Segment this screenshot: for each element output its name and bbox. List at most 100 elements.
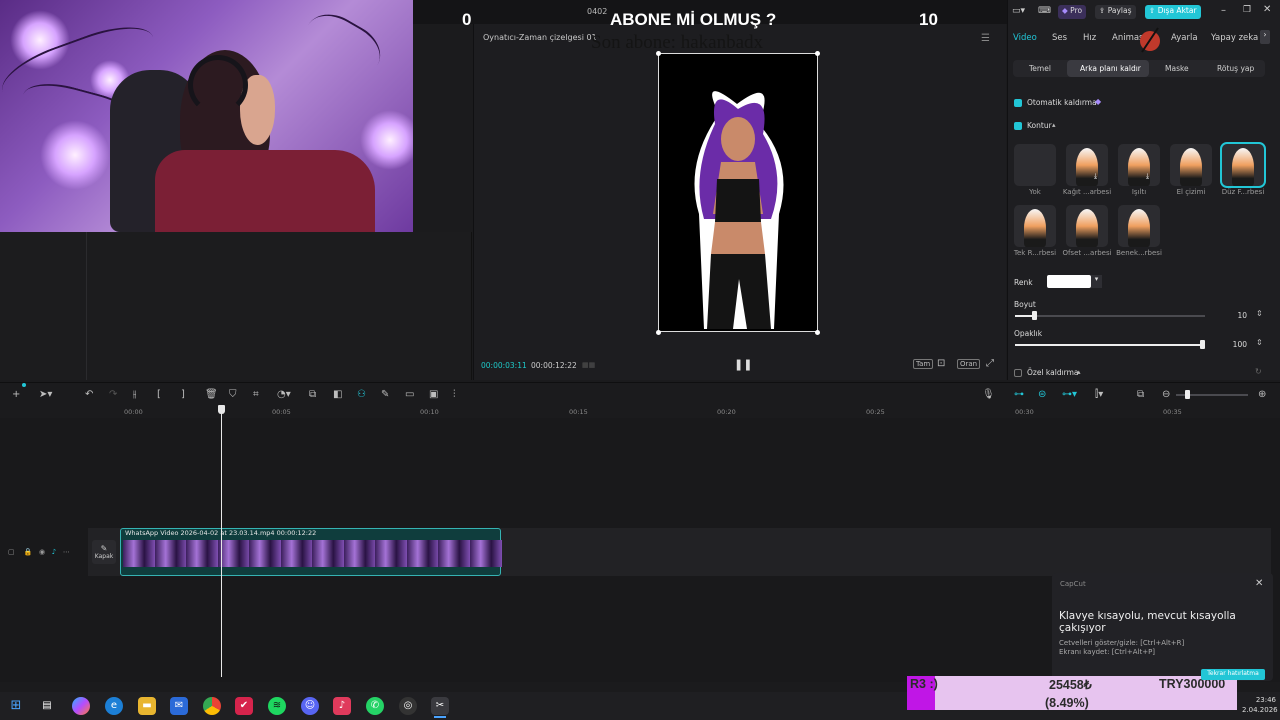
zoom-out-icon[interactable]: ⊖ (1162, 389, 1170, 400)
microphone-icon[interactable]: 🎙 (982, 389, 995, 400)
tab-adjust[interactable]: Ayarla (1171, 33, 1198, 43)
color-swatch[interactable] (1047, 275, 1091, 288)
close-icon[interactable]: ✕ (1255, 578, 1263, 589)
outline-style-none[interactable] (1014, 144, 1056, 186)
export-button[interactable]: ⇧ Dışa Aktar (1145, 5, 1201, 19)
share-button[interactable]: ⇪ Paylaş (1095, 5, 1136, 19)
cursor-icon[interactable]: ➤▾ (39, 389, 52, 400)
lock-icon[interactable]: 🔒 (24, 548, 33, 556)
preview-canvas[interactable] (658, 53, 818, 332)
track-lock-icon[interactable]: ▢ (8, 548, 15, 556)
tabs-next-icon[interactable]: › (1260, 30, 1270, 44)
more-icon[interactable]: ⋯ (63, 548, 70, 556)
playhead-handle[interactable] (218, 405, 225, 414)
edge-icon[interactable]: e (105, 697, 123, 715)
spotify-icon[interactable]: ≋ (268, 697, 286, 715)
stepper-icon[interactable]: ⇕ (1256, 338, 1263, 347)
outline-style-single[interactable] (1014, 205, 1056, 247)
copilot-icon[interactable] (72, 697, 90, 715)
obs-icon[interactable]: ◎ (399, 697, 417, 715)
snap-icon[interactable]: ⊶▾ (1062, 389, 1077, 400)
pro-button[interactable]: ◆ Pro (1058, 5, 1087, 19)
remind-again-button[interactable]: Tekrar hatırlatma (1201, 669, 1265, 680)
outline-style-glow[interactable] (1118, 144, 1160, 186)
ratio-button[interactable]: Oran (957, 359, 981, 369)
delete-icon[interactable]: 🗑 (205, 389, 218, 400)
magnet-icon[interactable]: ⊜ (1038, 389, 1046, 400)
subtab-remove-bg[interactable]: Arka planı kaldır (1080, 64, 1141, 73)
split-right-icon[interactable]: ] (181, 389, 185, 400)
expand-icon[interactable]: ⤢ (986, 358, 994, 369)
chevron-up-icon[interactable]: ▴ (1052, 121, 1056, 129)
subtab-basic[interactable]: Temel (1029, 64, 1051, 73)
preview-axis-icon[interactable]: ⫿▾ (1095, 389, 1103, 400)
pause-button[interactable]: ❚❚ (734, 358, 752, 371)
mirror-icon[interactable]: ◧ (333, 389, 342, 400)
size-slider-knob[interactable] (1032, 311, 1037, 320)
speed-icon[interactable]: ◔▾ (277, 389, 291, 400)
caption-icon[interactable]: ▭ (405, 389, 414, 400)
screenshot-icon[interactable]: ⊡ (937, 358, 945, 369)
auto-remove-checkbox[interactable] (1014, 99, 1022, 107)
close-icon[interactable]: ✕ (1263, 4, 1271, 15)
playhead[interactable] (221, 405, 222, 677)
tab-speed[interactable]: Hız (1083, 33, 1096, 43)
opacity-slider-knob[interactable] (1200, 340, 1205, 349)
link-icon[interactable]: ⊶ (1014, 389, 1024, 400)
outline-style-paper[interactable] (1066, 144, 1108, 186)
timeline-ruler[interactable] (88, 406, 1280, 418)
audio-wave-icon[interactable]: ⫶ (453, 389, 456, 400)
resize-handle[interactable] (815, 51, 820, 56)
capcut-icon[interactable]: ✂ (431, 697, 449, 715)
whatsapp-icon[interactable]: ✆ (366, 697, 384, 715)
shield-icon[interactable]: ⛉ (229, 389, 237, 400)
minimize-icon[interactable]: – (1221, 5, 1226, 16)
chevron-up-icon[interactable]: ▴ (1077, 368, 1081, 376)
fit-icon[interactable]: ⧉ (1137, 389, 1144, 400)
add-icon[interactable]: + (12, 389, 20, 400)
tab-ai[interactable]: Yapay zeka (1211, 33, 1258, 43)
file-explorer-icon[interactable]: ▬ (138, 697, 156, 715)
maximize-icon[interactable]: ❐ (1243, 5, 1251, 15)
task-view-icon[interactable]: ▤ (38, 697, 56, 715)
custom-remove-checkbox[interactable] (1014, 369, 1022, 377)
undo-icon[interactable]: ↶ (85, 389, 93, 400)
split-left-icon[interactable]: [ (157, 389, 161, 400)
resize-handle[interactable] (656, 330, 661, 335)
chevron-down-icon[interactable]: ▾ (1091, 275, 1102, 288)
discord-icon[interactable]: ☺ (301, 697, 319, 715)
fullscreen-mode-button[interactable]: Tam (913, 359, 934, 369)
zoom-slider-knob[interactable] (1185, 390, 1190, 399)
tab-video[interactable]: Video (1013, 33, 1037, 43)
mail-icon[interactable]: ✉ (170, 697, 188, 715)
eye-icon[interactable]: ◉ (39, 548, 45, 556)
subtab-mask[interactable]: Maske (1165, 64, 1189, 73)
image-icon[interactable]: ▣ (429, 389, 438, 400)
stepper-icon[interactable]: ⇕ (1256, 309, 1263, 318)
grid-icon[interactable]: ▦▦ (582, 361, 595, 369)
cover-button[interactable]: ✎ Kapak (92, 540, 116, 564)
redo-icon[interactable]: ↷ (109, 389, 117, 400)
resize-handle[interactable] (815, 330, 820, 335)
crop-icon[interactable]: ⌗ (253, 389, 259, 400)
chrome-icon[interactable] (203, 697, 221, 715)
outline-style-speckle[interactable] (1118, 205, 1160, 247)
tab-audio[interactable]: Ses (1052, 33, 1067, 43)
person-remove-icon[interactable]: ⚇ (357, 389, 366, 400)
shortcuts-icon[interactable]: ⌨ (1038, 6, 1051, 16)
outline-style-flat[interactable] (1220, 142, 1266, 188)
outline-checkbox[interactable] (1014, 122, 1022, 130)
subtab-retouch[interactable]: Rötuş yap (1217, 64, 1254, 73)
split-icon[interactable]: ⫲ (133, 389, 136, 400)
music-app-icon[interactable]: ♪ (333, 697, 351, 715)
layout-icon[interactable]: ▭▾ (1012, 6, 1025, 16)
size-slider-track[interactable] (1015, 315, 1205, 317)
zoom-in-icon[interactable]: ⊕ (1258, 389, 1266, 400)
audio-icon[interactable]: ♪ (52, 548, 56, 556)
menu-icon[interactable]: ☰ (981, 33, 990, 44)
app-icon[interactable]: ✔ (235, 697, 253, 715)
replace-icon[interactable]: ⧉ (309, 389, 316, 400)
magic-icon[interactable]: ✎ (381, 389, 389, 400)
windows-start-icon[interactable]: ⊞ (7, 697, 25, 715)
reset-icon[interactable]: ↻ (1255, 367, 1262, 376)
